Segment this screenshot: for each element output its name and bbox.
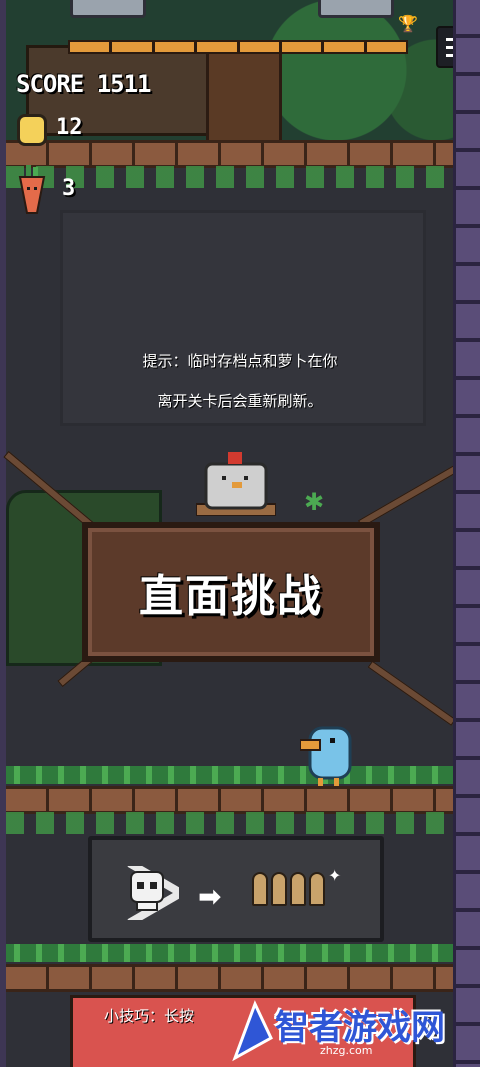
bird-icon[interactable] <box>300 722 356 788</box>
hint-line-2: 离开关卡后会重新刷新。 <box>157 392 323 410</box>
carrot-count: 3 <box>62 176 76 201</box>
sparkle-icon: ✦ <box>328 866 342 885</box>
grass-strip <box>6 766 456 784</box>
skull-icon <box>127 866 179 920</box>
grass-strip-lower <box>6 944 456 962</box>
rope <box>358 464 459 528</box>
top-cap-left <box>70 0 146 18</box>
challenge-sign-button[interactable]: 直面挑战 <box>82 522 380 662</box>
trophy-icon: 🏆 <box>398 14 418 33</box>
ammo-icon <box>252 872 325 906</box>
watermark-brand: 智者游戏网 <box>275 1008 445 1048</box>
ledge-bottom <box>6 964 456 992</box>
challenge-sign-label: 直面挑战 <box>139 571 323 622</box>
game-screen: 🏆 SCORE 1511 12 3 提示：临时存档点和萝卜在你 离开关卡后会重新… <box>0 0 480 1067</box>
carrot-icon <box>18 165 46 214</box>
bottom-tip-text: 小技巧：长按 <box>104 1007 195 1025</box>
tree-trunk <box>206 40 282 146</box>
progress-bar <box>68 40 408 54</box>
score-label: SCORE 1511 <box>16 70 151 98</box>
chicken-icon <box>196 452 276 516</box>
hint-line-1: 提示：临时存档点和萝卜在你 <box>142 352 338 370</box>
fern-plant: ✱ <box>304 488 325 516</box>
coin-icon <box>17 114 47 146</box>
rope <box>367 660 456 726</box>
ledge-middle <box>6 786 456 814</box>
top-cap-right <box>318 0 394 18</box>
vines-middle <box>6 812 456 834</box>
right-wall <box>453 0 480 1067</box>
arrow-icon: ➡ <box>198 880 222 913</box>
coin-count: 12 <box>56 115 83 140</box>
ledge-top <box>6 140 456 168</box>
watermark-url: zhzg.com <box>320 1044 373 1057</box>
